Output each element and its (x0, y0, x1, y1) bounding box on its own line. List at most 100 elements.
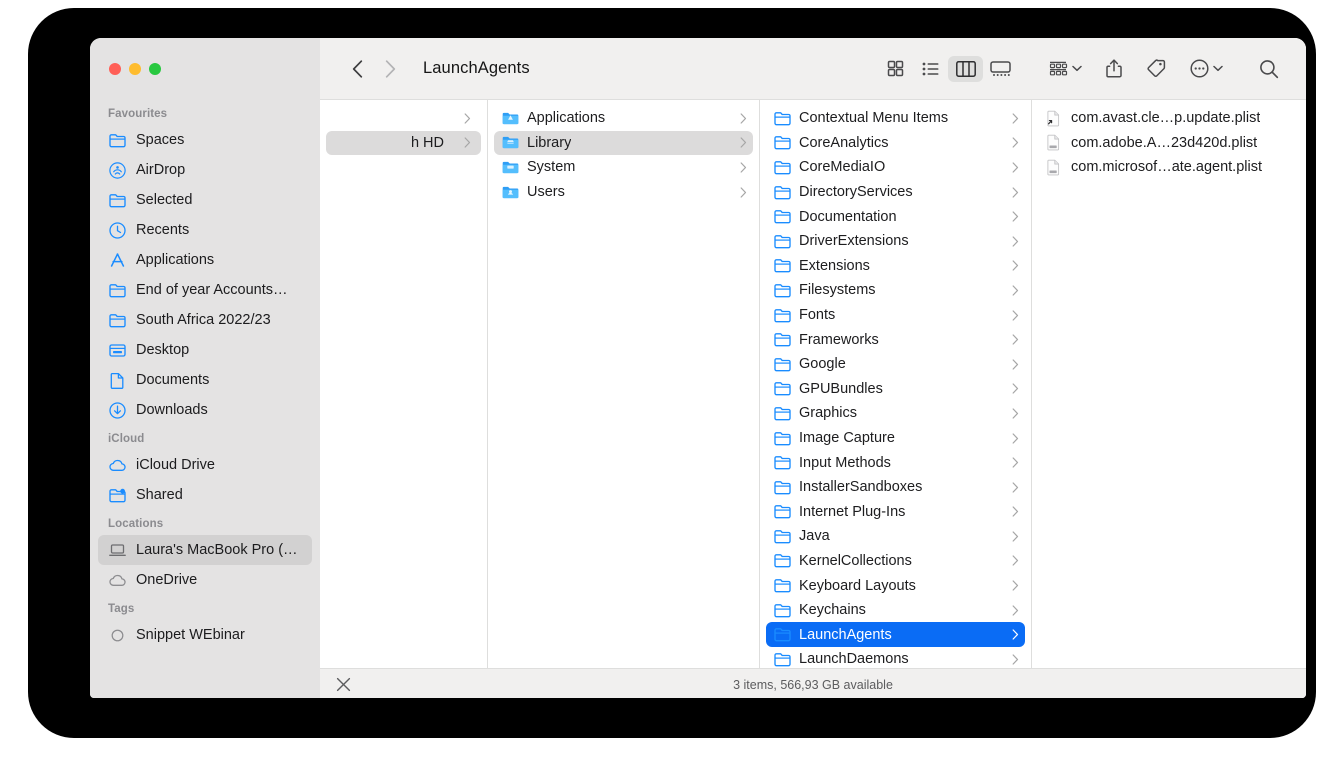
search-icon (1260, 59, 1279, 78)
cloud-icon (109, 459, 126, 471)
sidebar-item-end-of-year-accounts[interactable]: End of year Accounts… (98, 275, 312, 305)
table-row[interactable]: Documentation (766, 204, 1025, 229)
sidebar-item-airdrop[interactable]: AirDrop (98, 155, 312, 185)
airdrop-icon (108, 161, 127, 180)
table-row[interactable]: System (494, 155, 753, 180)
chevron-down-icon (1072, 65, 1082, 72)
sidebar-item-recents[interactable]: Recents (98, 215, 312, 245)
sidebar-item-downloads[interactable]: Downloads (98, 395, 312, 425)
close-window-button[interactable] (109, 63, 121, 75)
chevron-right-icon (1012, 531, 1019, 542)
chevron-right-icon (740, 162, 747, 173)
file-name: Keychains (799, 602, 866, 619)
table-row[interactable]: Users (494, 180, 753, 205)
clear-selection-button[interactable] (336, 677, 351, 692)
sidebar-item-selected[interactable]: Selected (98, 185, 312, 215)
table-row[interactable]: Library (494, 130, 753, 156)
table-row[interactable]: com.adobe.A…23d420d.plist (1038, 131, 1298, 156)
chevron-right-icon (1012, 211, 1019, 222)
table-row[interactable]: Keyboard Layouts (766, 573, 1025, 598)
column-launchagents[interactable]: com.avast.cle…p.update.plist com.adobe.A…… (1032, 100, 1304, 668)
table-row[interactable]: Image Capture (766, 426, 1025, 451)
columns-icon (955, 60, 976, 77)
more-options-button[interactable] (1185, 56, 1228, 82)
sidebar-item-onedrive[interactable]: OneDrive (98, 565, 312, 595)
table-row[interactable]: com.microsof…ate.agent.plist (1038, 155, 1298, 180)
table-row[interactable]: h HD (326, 130, 481, 156)
laptop-icon (109, 543, 126, 556)
back-button[interactable] (344, 56, 370, 82)
folder-icon (774, 479, 791, 496)
chevron-right-icon (1012, 457, 1019, 468)
chevron-right-icon (464, 113, 471, 124)
folder-icon (774, 431, 791, 445)
table-row[interactable]: Java (766, 524, 1025, 549)
file-name: Applications (527, 110, 606, 127)
sidebar-item-spaces[interactable]: Spaces (98, 125, 312, 155)
table-row[interactable]: com.avast.cle…p.update.plist (1038, 106, 1298, 131)
column-library[interactable]: Contextual Menu Items CoreAnalytics CoreMe… (760, 100, 1032, 668)
share-button[interactable] (1101, 56, 1127, 82)
folder-icon (774, 184, 791, 201)
table-row[interactable]: Filesystems (766, 278, 1025, 303)
folder-icon (774, 602, 791, 619)
maximize-window-button[interactable] (149, 63, 161, 75)
column-volumes[interactable]: h HD (320, 100, 488, 668)
chevron-right-icon (1012, 137, 1019, 149)
table-row[interactable]: Graphics (766, 401, 1025, 426)
column-view-button[interactable] (948, 55, 983, 82)
table-row[interactable]: DriverExtensions (766, 229, 1025, 254)
table-row[interactable]: KernelCollections (766, 549, 1025, 574)
table-row[interactable]: InstallerSandboxes (766, 475, 1025, 500)
table-row[interactable] (326, 106, 481, 131)
table-row[interactable]: LaunchAgents (766, 622, 1025, 648)
list-view-button[interactable] (913, 56, 948, 82)
toolbar: LaunchAgents (320, 38, 1306, 100)
group-by-button[interactable] (1044, 56, 1087, 82)
sidebar-item-applications[interactable]: Applications (98, 245, 312, 275)
gallery-view-button[interactable] (983, 56, 1018, 82)
table-row[interactable]: CoreMediaIO (766, 155, 1025, 180)
table-row[interactable]: DirectoryServices (766, 180, 1025, 205)
column-root[interactable]: Applications Library System Users (488, 100, 760, 668)
sidebar-section-header: Locations (108, 518, 164, 530)
table-row[interactable]: Input Methods (766, 450, 1025, 475)
sidebar-item-shared[interactable]: Shared (98, 480, 312, 510)
sidebar-item-snippet-webinar[interactable]: Snippet WEbinar (98, 620, 312, 650)
table-row[interactable]: Internet Plug-Ins (766, 500, 1025, 525)
sidebar-item-label: Downloads (136, 402, 208, 418)
file-name: com.avast.cle…p.update.plist (1071, 110, 1261, 127)
table-row[interactable]: Extensions (766, 254, 1025, 279)
sidebar-item-icloud-drive[interactable]: iCloud Drive (98, 450, 312, 480)
table-row[interactable]: CoreAnalytics (766, 131, 1025, 156)
table-row[interactable]: Keychains (766, 598, 1025, 623)
minimize-window-button[interactable] (129, 63, 141, 75)
sidebar-item-documents[interactable]: Documents (98, 365, 312, 395)
icon-view-button[interactable] (878, 56, 913, 82)
laptop-icon (108, 541, 127, 560)
search-button[interactable] (1254, 56, 1284, 82)
chevron-right-icon (1012, 531, 1019, 542)
table-row[interactable]: Applications (494, 106, 753, 131)
table-row[interactable]: LaunchDaemons (766, 647, 1025, 668)
sidebar-item-south-africa-2022-23[interactable]: South Africa 2022/23 (98, 305, 312, 335)
sidebar-item-laura-s-macbook-pro[interactable]: Laura's MacBook Pro (… (98, 535, 312, 565)
folder-icon (774, 333, 791, 347)
chevron-right-icon (1012, 236, 1019, 247)
table-row[interactable]: Google (766, 352, 1025, 377)
tag-button[interactable] (1141, 56, 1171, 82)
folder-icon (109, 313, 126, 327)
file-name: com.adobe.A…23d420d.plist (1071, 134, 1258, 151)
cloud-icon (108, 456, 127, 475)
table-row[interactable]: Frameworks (766, 327, 1025, 352)
table-row[interactable]: Fonts (766, 303, 1025, 328)
table-row[interactable]: GPUBundles (766, 377, 1025, 402)
chevron-right-icon (1012, 605, 1019, 616)
chevron-right-icon (1012, 629, 1019, 640)
forward-button[interactable] (377, 56, 403, 82)
sidebar-item-desktop[interactable]: Desktop (98, 335, 312, 365)
table-row[interactable]: Contextual Menu Items (766, 106, 1025, 131)
chevron-right-icon (1012, 162, 1019, 173)
folder-icon (774, 284, 791, 298)
shared-folder-icon (108, 486, 127, 505)
